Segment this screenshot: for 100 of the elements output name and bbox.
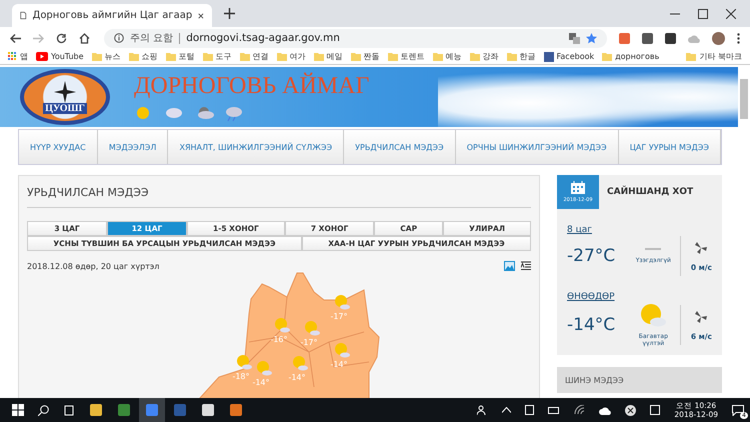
maximize-icon[interactable] — [698, 8, 708, 18]
folder-icon — [166, 52, 176, 61]
partly-sunny-icon — [335, 295, 350, 310]
home-icon[interactable] — [79, 32, 90, 44]
close-circle-icon[interactable] — [625, 404, 636, 416]
folder-icon — [128, 52, 139, 61]
nav-link[interactable]: ХЯНАЛТ, ШИНЖИЛГЭЭНИЙ СҮЛЖЭЭ — [168, 130, 344, 164]
nav-link[interactable]: ОРЧНЫ ШИНЖИЛГЭЭНИЙ МЭДЭЭ — [456, 130, 619, 164]
bookmark-link[interactable]: 뉴스 — [92, 51, 121, 62]
folder-icon — [314, 52, 324, 61]
list-view-icon[interactable] — [521, 261, 531, 271]
new-tab-icon[interactable] — [224, 8, 235, 19]
url-text: dornogovi.tsag-agaar.gov.mn — [186, 32, 340, 44]
temperature-label: -17° — [330, 312, 348, 321]
reload-icon[interactable] — [56, 32, 67, 44]
bookmark-link[interactable]: 도구 — [202, 51, 232, 62]
period-link[interactable]: ӨНӨӨДӨР — [567, 292, 615, 302]
temperature-text: -14°C — [567, 315, 616, 335]
folder-icon — [240, 52, 250, 61]
page-icon — [20, 10, 26, 21]
folder-icon — [202, 52, 213, 61]
extension-icon[interactable] — [642, 32, 653, 44]
panel-title: УРЬДЧИЛСАН МЭДЭЭ — [27, 186, 531, 208]
task-view-icon[interactable] — [63, 404, 75, 416]
temperature-label: -14° — [330, 360, 348, 369]
forecast-date: 2018.12.08 өдөр, 20 цаг хүртэл — [27, 262, 160, 270]
nav-link[interactable]: НҮҮР ХУУДАС — [19, 130, 98, 164]
logo-text: ЦУОШГ — [43, 102, 87, 114]
cloud-upload-icon[interactable] — [599, 406, 612, 414]
windows-start-icon[interactable] — [12, 404, 24, 416]
bookmark-link[interactable]: Facebook — [544, 52, 594, 62]
bookmark-link[interactable]: дорноговь — [602, 52, 660, 61]
temperature-label: -14° — [288, 373, 306, 382]
news-title: ШИНЭ МЭДЭЭ — [565, 376, 624, 384]
nav-link[interactable]: ЦАГ УУРЫН МЭДЭЭ — [618, 130, 721, 164]
folder-icon — [602, 52, 612, 61]
temperature-label: -18° — [232, 372, 250, 381]
battery-icon[interactable] — [548, 406, 560, 414]
folder-icon — [276, 52, 287, 61]
city-name: САЙНШАНД ХОТ — [607, 187, 694, 197]
partly-sunny-icon — [293, 356, 308, 370]
tab-title: Дорноговь аймгийн Цаг агаар — [32, 10, 192, 21]
close-icon[interactable] — [726, 8, 736, 18]
temperature-text: -27°C — [567, 246, 616, 266]
bookmark-link[interactable]: 한글 — [506, 51, 536, 62]
apps-grid-icon — [8, 52, 17, 61]
wifi-icon[interactable] — [574, 405, 586, 415]
bookmark-link[interactable]: 연결 — [240, 51, 269, 62]
close-icon[interactable] — [198, 12, 204, 20]
partly-sunny-icon — [257, 361, 272, 376]
search-icon[interactable] — [38, 404, 49, 416]
speech-bubble-icon — [732, 404, 744, 416]
menu-icon[interactable] — [737, 32, 740, 44]
fan-icon — [694, 240, 708, 254]
facebook-logo-icon — [544, 52, 554, 62]
bookmark-link[interactable]: 메일 — [314, 51, 343, 62]
period-link[interactable]: 8 цаг — [567, 225, 592, 235]
temperature-label: -14° — [252, 378, 270, 387]
people-icon[interactable] — [477, 404, 488, 416]
fan-icon — [694, 310, 708, 324]
temperature-label: -16° — [270, 335, 288, 344]
image-view-icon[interactable] — [504, 261, 515, 271]
bookmark-link[interactable]: 기타 북마크 — [686, 51, 742, 62]
folder-icon — [506, 52, 517, 61]
folder-icon — [92, 52, 102, 61]
chevron-up-icon[interactable] — [502, 407, 512, 413]
extension-icon[interactable] — [619, 32, 630, 44]
nav-link[interactable]: МЭДЭЭЛЭЛ — [98, 130, 168, 164]
partly-sunny-icon — [275, 318, 290, 332]
bookmark-link[interactable]: 여가 — [276, 51, 306, 62]
folder-icon — [470, 52, 480, 61]
partly-sunny-icon — [305, 321, 320, 336]
bookmark-link[interactable]: 토렌트 — [388, 51, 425, 62]
info-icon — [114, 33, 124, 43]
nav-link[interactable]: УРЬДЧИЛСАН МЭДЭЭ — [344, 130, 456, 164]
folder-icon — [388, 52, 398, 61]
tray-app-icon[interactable] — [525, 405, 534, 415]
play-logo-icon — [36, 52, 48, 61]
bookmark-link[interactable]: YouTube — [36, 52, 84, 61]
temperature-label: -17° — [300, 338, 318, 347]
browser-tab[interactable]: Дорноговь аймгийн Цаг агаар — [12, 4, 212, 27]
address-bar[interactable]: 주의 요함 dornogovi.tsag-agaar.gov.mn — [104, 28, 607, 48]
folder-icon — [350, 52, 361, 61]
bookmark-link[interactable]: 앱 — [8, 51, 28, 62]
security-warning: 주의 요함 — [130, 32, 174, 45]
profile-avatar[interactable] — [712, 32, 725, 44]
scrollbar[interactable] — [740, 79, 748, 119]
folder-icon — [432, 52, 443, 61]
partly-sunny-icon — [335, 343, 350, 358]
bookmark-link[interactable]: 포털 — [166, 51, 195, 62]
star-icon[interactable] — [586, 32, 597, 44]
back-icon[interactable] — [10, 32, 21, 44]
folder-icon — [686, 52, 696, 61]
bookmark-link[interactable]: 쇼핑 — [128, 51, 158, 62]
bookmark-link[interactable]: 예능 — [432, 51, 462, 62]
bookmark-link[interactable]: 짠돌 — [350, 51, 380, 62]
calendar-icon — [571, 181, 585, 194]
bookmark-link[interactable]: 강좌 — [470, 51, 499, 62]
compass-star-icon — [54, 80, 76, 102]
dash-icon — [645, 248, 662, 251]
